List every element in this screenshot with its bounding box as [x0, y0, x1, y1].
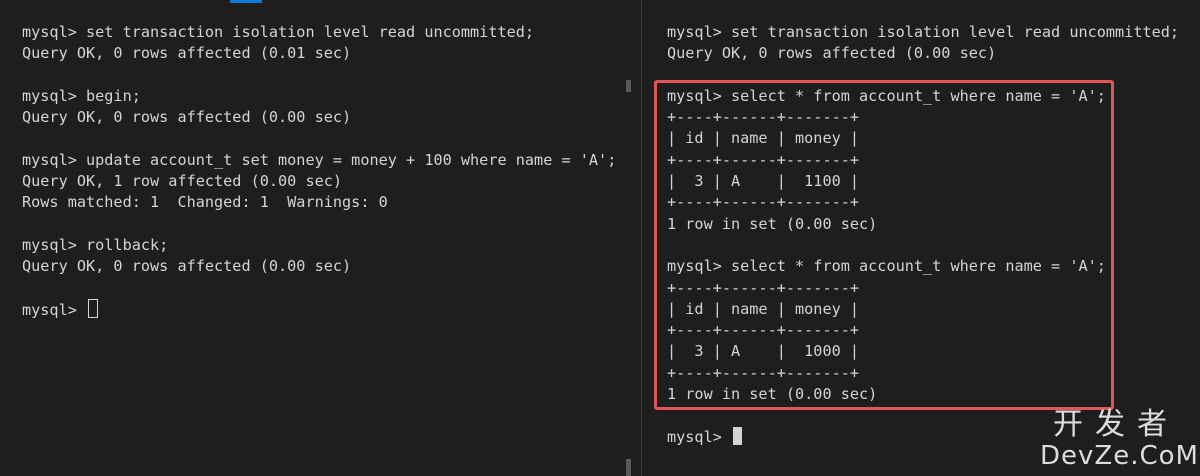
scroll-thumb[interactable]: [626, 459, 631, 476]
terminal-line: Query OK, 0 rows affected (0.01 sec): [22, 44, 352, 63]
terminal-line: mysql> set transaction isolation level r…: [22, 23, 535, 41]
site-watermark: 开发者 DevZe.CoM: [1040, 407, 1199, 471]
highlight-annotation-box: [654, 80, 1114, 410]
prompt-line[interactable]: mysql>: [22, 298, 616, 320]
terminal-screen: mysql> set transaction isolation level r…: [0, 0, 1200, 476]
left-terminal-pane[interactable]: mysql> set transaction isolation level r…: [0, 0, 622, 476]
cursor-icon: [88, 298, 99, 318]
left-terminal-output: mysql> set transaction isolation level r…: [22, 22, 616, 320]
terminal-line: Query OK, 0 rows affected (0.00 sec): [22, 257, 352, 276]
terminal-line: Query OK, 0 rows affected (0.00 sec): [667, 44, 997, 63]
cursor-icon: [733, 426, 743, 445]
pane-divider[interactable]: [641, 0, 642, 476]
terminal-line: Query OK, 0 rows affected (0.00 sec): [22, 108, 352, 127]
terminal-line: mysql> set transaction isolation level r…: [667, 23, 1180, 41]
terminal-line: Query OK, 1 row affected (0.00 sec): [22, 172, 343, 191]
watermark-chinese: 开发者: [1053, 407, 1179, 442]
terminal-line: Rows matched: 1 Changed: 1 Warnings: 0: [22, 193, 388, 212]
prompt-text: mysql>: [22, 300, 87, 319]
scroll-marker: [626, 80, 631, 92]
prompt-text: mysql>: [667, 427, 732, 446]
watermark-latin: DevZe.CoM: [1040, 441, 1199, 471]
terminal-line: mysql> rollback;: [22, 235, 169, 254]
terminal-line: mysql> update account_t set money = mone…: [22, 150, 617, 169]
left-scrollbar[interactable]: [622, 0, 636, 476]
terminal-line: mysql> begin;: [22, 86, 141, 105]
